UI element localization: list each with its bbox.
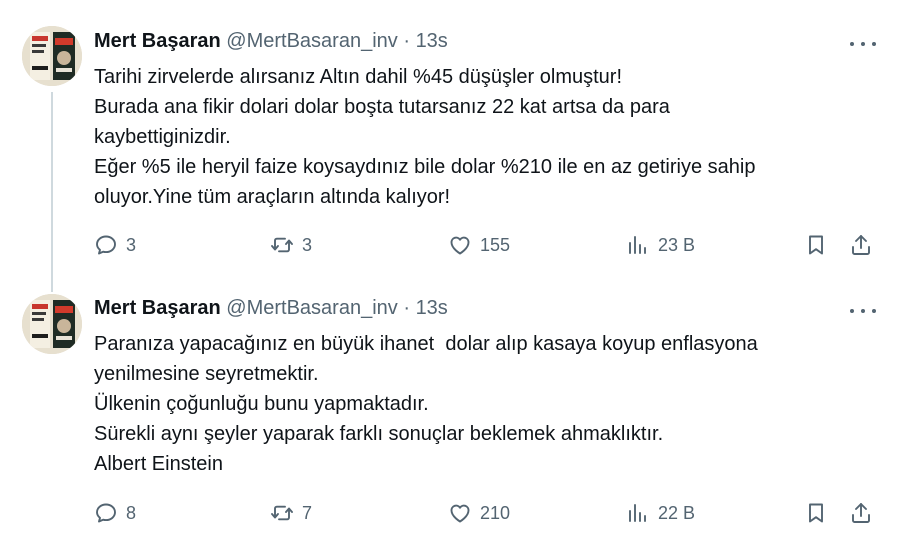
reply-count: 3 [126,234,137,255]
separator-dot: · [403,30,410,52]
tweet-text-line: Burada ana fikir dolari dolar boşta tuta… [94,96,670,118]
views-icon [629,504,646,522]
retweet-button[interactable]: 3 [270,230,312,260]
like-icon [450,504,470,523]
retweet-icon [271,505,293,521]
retweet-icon [271,237,293,253]
tweet-text-line: Ülkenin çoğunluğu bunu yapmaktadır. [94,393,429,415]
views-icon [629,236,646,254]
views-button[interactable]: 23 B [626,230,695,260]
bookmark-icon [809,235,823,255]
tweet-text-line: yenilmesine seyretmektir. [94,363,319,385]
tweet-text-line: kaybettiginizdir. [94,126,231,148]
share-button[interactable] [849,498,873,528]
reply-count: 8 [126,502,137,523]
like-button[interactable]: 210 [448,498,510,528]
tweet-timestamp[interactable]: 13s [416,30,448,52]
author-name[interactable]: Mert Başaran [94,30,221,52]
tweet-header: Mert Başaran @MertBasaran_inv · 13s [94,30,448,53]
bookmark-button[interactable] [804,230,828,260]
tweet-2[interactable]: Mert Başaran @MertBasaran_inv · 13s Para… [0,276,916,552]
share-icon [852,503,870,523]
bookmark-button[interactable] [804,498,828,528]
avatar[interactable] [22,26,82,86]
like-count: 155 [480,234,511,255]
reply-icon [96,235,116,255]
author-name[interactable]: Mert Başaran [94,297,221,319]
reply-icon [96,503,116,523]
like-count: 210 [480,502,511,523]
tweet-text: Paranıza yapacağınız en büyük ihanet dol… [94,329,874,479]
retweet-button[interactable]: 7 [270,498,312,528]
separator-dot: · [403,297,410,319]
more-icon[interactable] [850,303,876,319]
bookmark-icon [809,503,823,523]
author-handle[interactable]: @MertBasaran_inv [226,30,397,52]
like-button[interactable]: 155 [448,230,510,260]
tweet-timestamp[interactable]: 13s [416,297,448,319]
views-button[interactable]: 22 B [626,498,695,528]
tweet-actions: 3 3 155 23 B [94,230,884,260]
tweet-actions: 8 7 210 22 B [94,498,884,528]
author-handle[interactable]: @MertBasaran_inv [226,297,397,319]
tweet-text-line: Paranıza yapacağınız en büyük ihanet dol… [94,333,758,355]
tweet-header: Mert Başaran @MertBasaran_inv · 13s [94,297,448,320]
tweet-text-line: Albert Einstein [94,453,223,475]
share-button[interactable] [849,230,873,260]
share-icon [852,235,870,255]
tweet-text: Tarihi zirvelerde alırsanız Altın dahil … [94,62,874,212]
tweet-text-line: Sürekli aynı şeyler yaparak farklı sonuç… [94,423,664,445]
like-icon [450,236,470,255]
reply-button[interactable]: 8 [94,498,136,528]
views-count: 22 B [658,502,696,523]
retweet-count: 7 [302,502,313,523]
avatar[interactable] [22,294,82,354]
retweet-count: 3 [302,234,313,255]
tweet-text-line: oluyor.Yine tüm araçların altında kalıyo… [94,186,451,208]
views-count: 23 B [658,234,696,255]
more-icon[interactable] [850,36,876,52]
tweet-text-line: Eğer %5 ile heryil faize koysaydınız bil… [94,156,756,178]
tweet-1[interactable]: Mert Başaran @MertBasaran_inv · 13s Tari… [0,0,916,276]
tweet-text-line: Tarihi zirvelerde alırsanız Altın dahil … [94,66,623,88]
reply-button[interactable]: 3 [94,230,136,260]
